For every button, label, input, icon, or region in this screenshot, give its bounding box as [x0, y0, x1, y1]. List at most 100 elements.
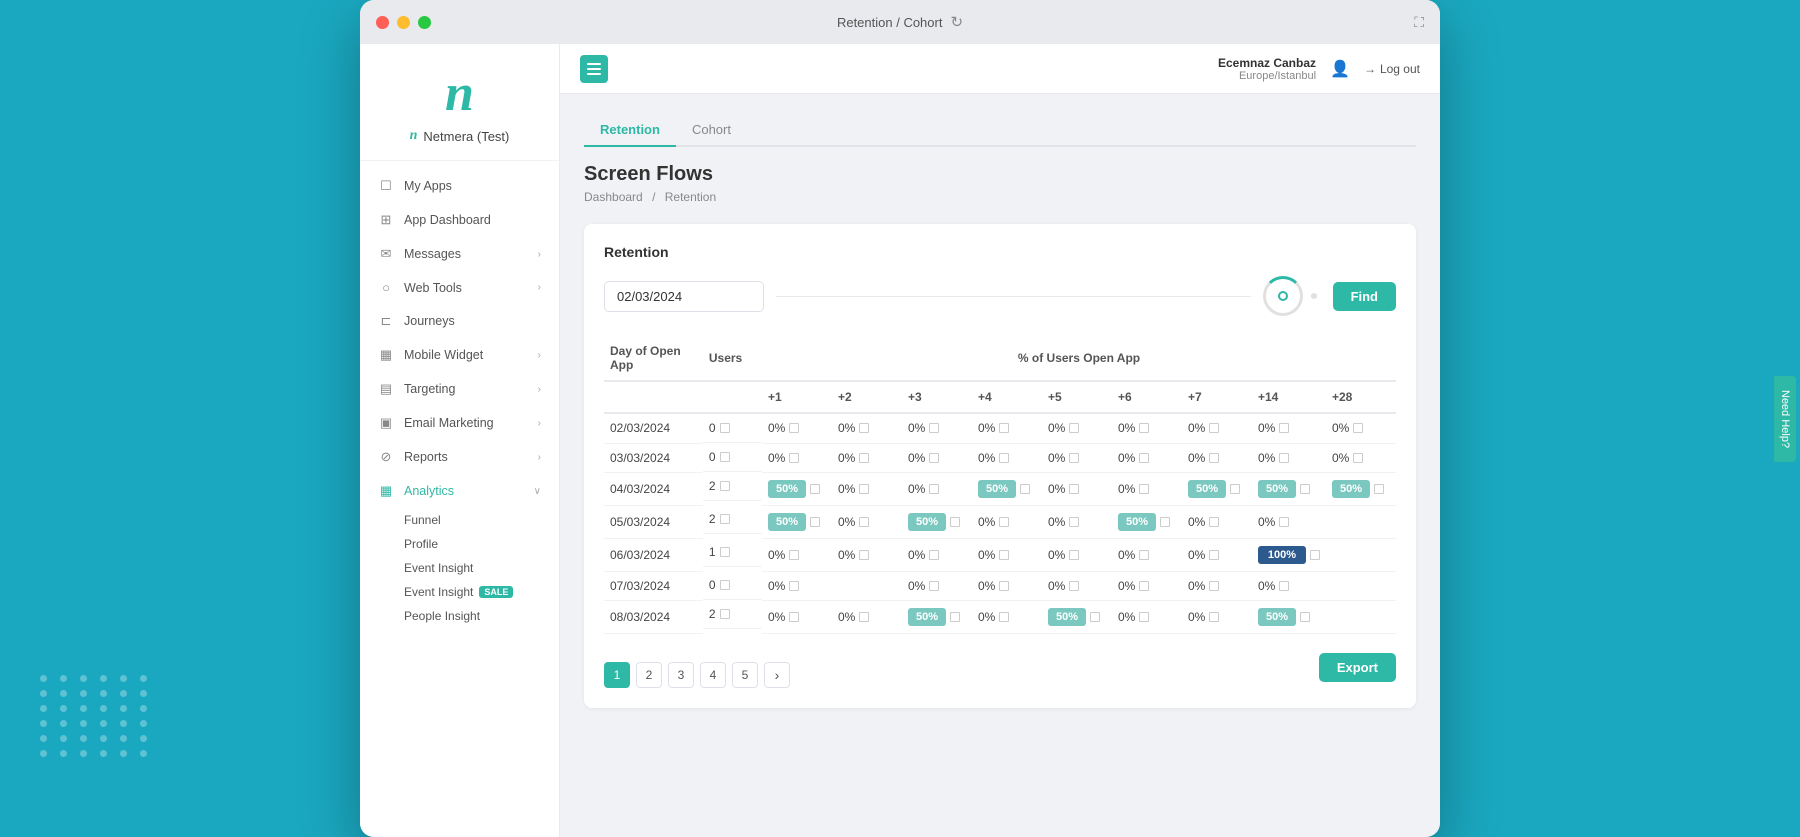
date-input[interactable] — [604, 281, 764, 312]
sidebar-item-analytics[interactable]: ▦ Analytics ∨ — [360, 474, 559, 508]
copy-icon[interactable] — [859, 484, 869, 494]
menu-button[interactable] — [580, 55, 608, 83]
sidebar-item-app-dashboard[interactable]: ⊞ App Dashboard — [360, 203, 559, 237]
sidebar-sub-event-insight-1[interactable]: Event Insight — [360, 556, 559, 580]
copy-icon[interactable] — [789, 453, 799, 463]
copy-icon[interactable] — [1209, 517, 1219, 527]
sidebar-item-messages[interactable]: ✉ Messages › — [360, 237, 559, 271]
expand-icon[interactable]: ⛶ — [1414, 14, 1424, 31]
copy-icon[interactable] — [1209, 550, 1219, 560]
copy-icon[interactable] — [999, 581, 1009, 591]
copy-icon[interactable] — [1020, 484, 1030, 494]
refresh-icon[interactable]: ↻ — [950, 13, 963, 31]
copy-icon[interactable] — [1209, 423, 1219, 433]
copy-icon[interactable] — [1160, 517, 1170, 527]
sidebar-item-mobile-widget[interactable]: ▦ Mobile Widget › — [360, 338, 559, 372]
copy-icon[interactable] — [720, 514, 730, 524]
copy-icon[interactable] — [999, 517, 1009, 527]
sidebar-item-reports[interactable]: ⊘ Reports › — [360, 440, 559, 474]
copy-icon[interactable] — [789, 612, 799, 622]
close-button[interactable] — [376, 16, 389, 29]
sidebar-item-email-marketing[interactable]: ▣ Email Marketing › — [360, 406, 559, 440]
cell-plus28: 0% — [1326, 443, 1396, 472]
copy-icon[interactable] — [999, 550, 1009, 560]
copy-icon[interactable] — [1069, 484, 1079, 494]
copy-icon[interactable] — [1279, 517, 1289, 527]
sidebar-sub-profile[interactable]: Profile — [360, 532, 559, 556]
copy-icon[interactable] — [859, 517, 869, 527]
minimize-button[interactable] — [397, 16, 410, 29]
copy-icon[interactable] — [1374, 484, 1384, 494]
copy-icon[interactable] — [999, 423, 1009, 433]
copy-icon[interactable] — [720, 452, 730, 462]
copy-icon[interactable] — [1069, 423, 1079, 433]
copy-icon[interactable] — [1209, 453, 1219, 463]
copy-icon[interactable] — [720, 609, 730, 619]
copy-icon[interactable] — [929, 453, 939, 463]
copy-icon[interactable] — [950, 612, 960, 622]
logout-button[interactable]: → Log out — [1364, 62, 1420, 76]
copy-icon[interactable] — [1279, 423, 1289, 433]
copy-icon[interactable] — [720, 580, 730, 590]
page-next-button[interactable]: › — [764, 662, 790, 688]
copy-icon[interactable] — [1279, 453, 1289, 463]
sidebar-sub-people-insight[interactable]: People Insight — [360, 604, 559, 628]
copy-icon[interactable] — [859, 423, 869, 433]
page-btn-1[interactable]: 1 — [604, 662, 630, 688]
copy-icon[interactable] — [1139, 423, 1149, 433]
need-help-tab[interactable]: Need Help? — [1774, 375, 1796, 461]
copy-icon[interactable] — [1069, 550, 1079, 560]
copy-icon[interactable] — [1279, 581, 1289, 591]
copy-icon[interactable] — [1069, 517, 1079, 527]
page-btn-5[interactable]: 5 — [732, 662, 758, 688]
copy-icon[interactable] — [720, 547, 730, 557]
copy-icon[interactable] — [720, 423, 730, 433]
sidebar-sub-event-insight-2[interactable]: Event Insight SALE — [360, 580, 559, 604]
export-button[interactable]: Export — [1319, 653, 1396, 682]
copy-icon[interactable] — [1209, 612, 1219, 622]
copy-icon[interactable] — [859, 612, 869, 622]
copy-icon[interactable] — [1353, 423, 1363, 433]
copy-icon[interactable] — [929, 550, 939, 560]
copy-icon[interactable] — [1310, 550, 1320, 560]
copy-icon[interactable] — [1069, 581, 1079, 591]
copy-icon[interactable] — [1069, 453, 1079, 463]
page-btn-2[interactable]: 2 — [636, 662, 662, 688]
copy-icon[interactable] — [1230, 484, 1240, 494]
copy-icon[interactable] — [999, 612, 1009, 622]
copy-icon[interactable] — [789, 423, 799, 433]
copy-icon[interactable] — [999, 453, 1009, 463]
find-button[interactable]: Find — [1333, 282, 1396, 311]
copy-icon[interactable] — [1139, 550, 1149, 560]
copy-icon[interactable] — [1139, 612, 1149, 622]
page-btn-4[interactable]: 4 — [700, 662, 726, 688]
copy-icon[interactable] — [1353, 453, 1363, 463]
sidebar-item-web-tools[interactable]: ○ Web Tools › — [360, 271, 559, 304]
copy-icon[interactable] — [1300, 612, 1310, 622]
copy-icon[interactable] — [950, 517, 960, 527]
copy-icon[interactable] — [810, 484, 820, 494]
copy-icon[interactable] — [789, 550, 799, 560]
sidebar-sub-funnel[interactable]: Funnel — [360, 508, 559, 532]
copy-icon[interactable] — [810, 517, 820, 527]
tab-retention[interactable]: Retention — [584, 114, 676, 147]
sidebar-item-targeting[interactable]: ▤ Targeting › — [360, 372, 559, 406]
copy-icon[interactable] — [1139, 484, 1149, 494]
copy-icon[interactable] — [929, 423, 939, 433]
sidebar-item-my-apps[interactable]: ☐ My Apps — [360, 169, 559, 203]
copy-icon[interactable] — [720, 481, 730, 491]
page-btn-3[interactable]: 3 — [668, 662, 694, 688]
copy-icon[interactable] — [1139, 453, 1149, 463]
tab-cohort[interactable]: Cohort — [676, 114, 747, 147]
sidebar-item-journeys[interactable]: ⊏ Journeys — [360, 304, 559, 338]
copy-icon[interactable] — [1209, 581, 1219, 591]
copy-icon[interactable] — [859, 550, 869, 560]
copy-icon[interactable] — [789, 581, 799, 591]
copy-icon[interactable] — [929, 484, 939, 494]
maximize-button[interactable] — [418, 16, 431, 29]
copy-icon[interactable] — [1090, 612, 1100, 622]
copy-icon[interactable] — [1139, 581, 1149, 591]
copy-icon[interactable] — [1300, 484, 1310, 494]
copy-icon[interactable] — [929, 581, 939, 591]
copy-icon[interactable] — [859, 453, 869, 463]
